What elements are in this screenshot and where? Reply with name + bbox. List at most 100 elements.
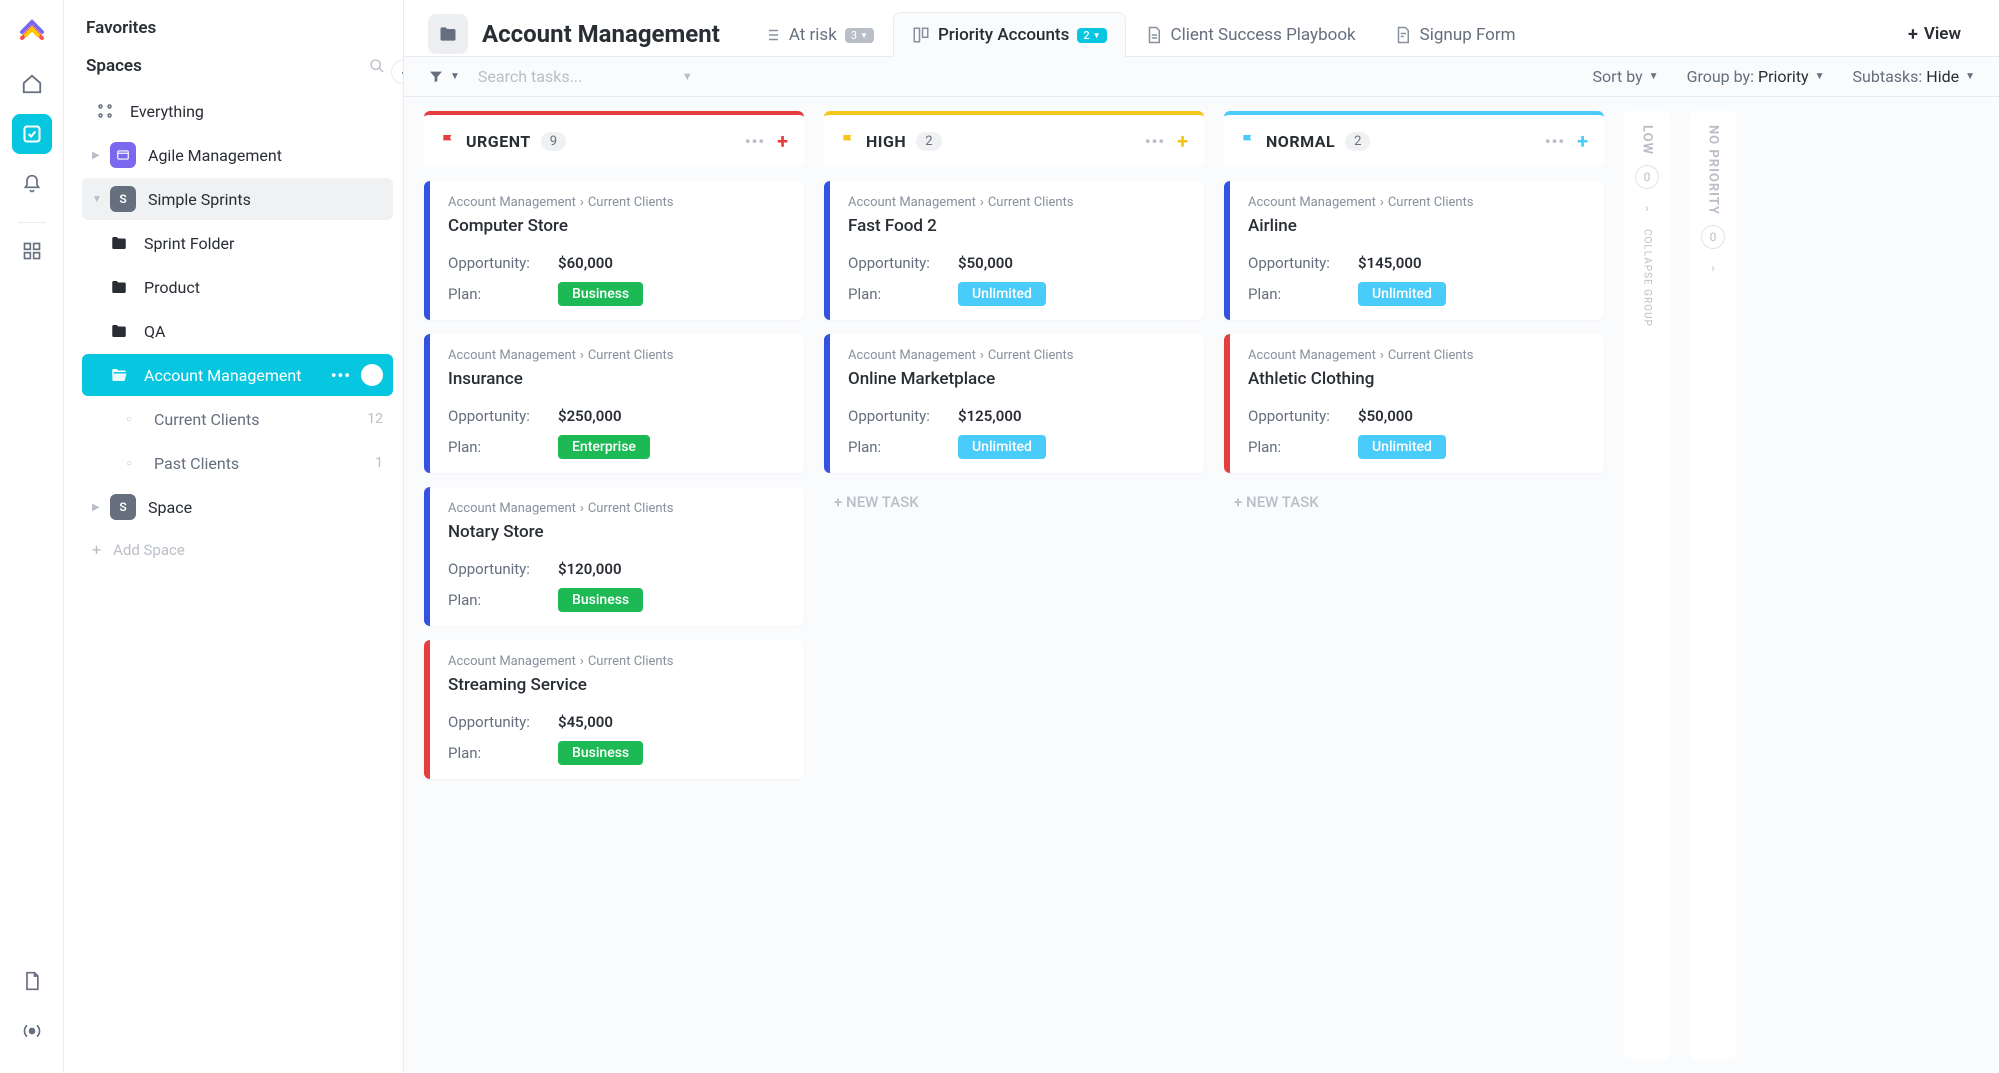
breadcrumb: Account Management›Current Clients [848,195,1186,210]
rail-docs[interactable] [12,961,52,1001]
breadcrumb: Account Management›Current Clients [848,348,1186,363]
column-header[interactable]: NORMAL 2 ••• + [1224,111,1604,167]
sidebar-sub-past[interactable]: ○ Past Clients 1 [82,442,393,484]
favorites-heading[interactable]: Favorites [82,18,393,38]
chevron-down-icon[interactable]: ▼ [450,71,460,82]
tab-badge: 2▼ [1077,28,1106,43]
field-label: Opportunity: [448,713,558,731]
rail-notifications[interactable] [12,164,52,204]
more-icon[interactable]: ••• [745,132,765,151]
more-icon[interactable]: ••• [1545,132,1565,151]
everything-label: Everything [130,102,383,121]
group-button[interactable]: Group by: Priority▼ [1687,67,1825,86]
plus-icon: + [1908,24,1918,45]
task-card[interactable]: Account Management›Current Clients Insur… [424,334,804,473]
plan-badge: Unlimited [1358,282,1446,306]
card-title: Airline [1248,216,1586,236]
sidebar-item-sprints[interactable]: ▼ S Simple Sprints [82,178,393,220]
add-space-label: Add Space [113,541,185,559]
spaces-heading[interactable]: Spaces [82,56,142,76]
task-card[interactable]: Account Management›Current Clients Fast … [824,181,1204,320]
search-input[interactable]: Search tasks... [478,67,678,86]
sidebar-item-qa[interactable]: QA [82,310,393,352]
column-header[interactable]: URGENT 9 ••• + [424,111,804,167]
field-value: $60,000 [558,254,613,272]
list-icon [763,26,781,44]
field-label: Opportunity: [448,254,558,272]
sidebar-item-space[interactable]: ▶ S Space [82,486,393,528]
board-column-high: HIGH 2 ••• + Account Management›Current … [824,111,1204,1059]
add-view-button[interactable]: + View [1894,14,1975,55]
collapsed-title: NO PRIORITY [1706,125,1721,215]
task-card[interactable]: Account Management›Current Clients Athle… [1224,334,1604,473]
collapsed-column[interactable]: NO PRIORITY 0 › [1690,111,1736,1059]
add-card-button[interactable]: + [1577,129,1588,153]
board-column-urgent: URGENT 9 ••• + Account Management›Curren… [424,111,804,1059]
logo-icon[interactable] [16,12,48,44]
card-title: Athletic Clothing [1248,369,1586,389]
add-space-button[interactable]: + Add Space [82,530,393,569]
tab-playbook[interactable]: Client Success Playbook [1126,12,1375,57]
chevron-down-icon[interactable]: ▼ [682,70,693,83]
sub-label: Past Clients [154,454,375,473]
tab-label: Signup Form [1420,25,1516,45]
sub-count: 12 [367,411,383,427]
rail-home[interactable] [12,64,52,104]
rail-apps[interactable] [12,231,52,271]
bullet-icon: ○ [116,406,142,432]
more-icon[interactable]: ••• [331,366,351,385]
rail-record[interactable] [12,1011,52,1051]
add-icon[interactable]: + [361,364,383,386]
tab-at-risk[interactable]: At risk 3▼ [744,12,893,57]
column-header[interactable]: HIGH 2 ••• + [824,111,1204,167]
collapsed-sub: COLLAPSE GROUP [1642,229,1653,327]
column-count: 2 [916,132,941,151]
card-title: Notary Store [448,522,786,542]
item-label: Product [144,278,383,297]
search-icon[interactable] [369,58,385,74]
breadcrumb: Account Management›Current Clients [1248,348,1586,363]
rail-tasks[interactable] [12,114,52,154]
plan-badge: Business [558,588,643,612]
field-label: Opportunity: [848,407,958,425]
new-task-button[interactable]: + NEW TASK [824,487,1204,517]
new-task-button[interactable]: + NEW TASK [1224,487,1604,517]
more-icon[interactable]: ••• [1145,132,1165,151]
add-card-button[interactable]: + [1177,129,1188,153]
task-card[interactable]: Account Management›Current Clients Strea… [424,640,804,779]
collapse-sidebar-button[interactable]: ‹ [391,60,404,84]
card-title: Streaming Service [448,675,786,695]
subtasks-button[interactable]: Subtasks: Hide▼ [1853,67,1975,86]
task-card[interactable]: Account Management›Current Clients Airli… [1224,181,1604,320]
card-title: Online Marketplace [848,369,1186,389]
card-title: Insurance [448,369,786,389]
sidebar-sub-current[interactable]: ○ Current Clients 12 [82,398,393,440]
sidebar-item-sprint-folder[interactable]: Sprint Folder [82,222,393,264]
page-title: Account Management [482,20,720,48]
sidebar-everything[interactable]: Everything [82,90,393,132]
sort-button[interactable]: Sort by▼ [1593,67,1659,86]
folder-icon [106,318,132,344]
field-value: $250,000 [558,407,622,425]
sidebar-item-product[interactable]: Product [82,266,393,308]
field-label: Opportunity: [448,407,558,425]
task-card[interactable]: Account Management›Current Clients Notar… [424,487,804,626]
field-label: Opportunity: [1248,254,1358,272]
sidebar-item-agile[interactable]: ▶ Agile Management [82,134,393,176]
tab-priority[interactable]: Priority Accounts 2▼ [893,12,1126,57]
tab-signup[interactable]: Signup Form [1375,12,1535,57]
field-label: Plan: [848,438,958,456]
space-icon: S [110,186,136,212]
caret-icon: ▶ [92,502,106,513]
card-title: Computer Store [448,216,786,236]
task-card[interactable]: Account Management›Current Clients Compu… [424,181,804,320]
collapsed-column[interactable]: LOW 0 › COLLAPSE GROUP [1624,111,1670,1059]
filter-icon[interactable] [428,69,444,85]
column-title: HIGH [866,132,906,151]
task-card[interactable]: Account Management›Current Clients Onlin… [824,334,1204,473]
tab-label: Priority Accounts [938,25,1069,45]
plan-badge: Business [558,741,643,765]
sidebar-item-account-mgmt[interactable]: Account Management ••• + [82,354,393,396]
breadcrumb: Account Management›Current Clients [448,501,786,516]
add-card-button[interactable]: + [777,129,788,153]
